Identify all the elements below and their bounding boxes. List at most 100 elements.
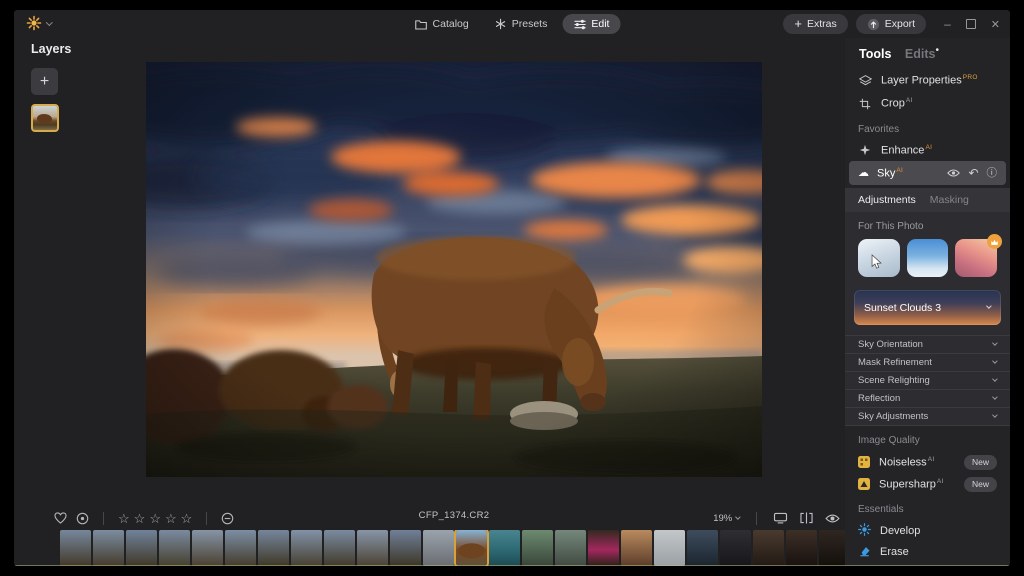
filmstrip-thumb[interactable] (687, 530, 718, 566)
filmstrip-thumb[interactable] (654, 530, 685, 566)
app-window: Catalog Presets (14, 10, 1010, 566)
color-label-icon[interactable] (221, 512, 234, 525)
export-icon (867, 18, 880, 31)
filmstrip-thumb[interactable] (93, 530, 124, 566)
flag-circle-icon[interactable] (76, 512, 89, 525)
tab-edit[interactable]: Edit (562, 14, 620, 34)
filmstrip-thumb[interactable] (126, 530, 157, 566)
filmstrip-thumb[interactable] (489, 530, 520, 566)
zoom-level-dropdown[interactable]: 19% (713, 513, 740, 524)
edits-tab[interactable]: Edits (905, 47, 936, 61)
filmstrip-thumb[interactable] (753, 530, 784, 566)
star-rating-icon[interactable]: ☆ (134, 512, 146, 525)
tool-erase[interactable]: Erase (845, 541, 1010, 562)
maximize-button[interactable] (966, 19, 976, 29)
sky-thumb-blue-clouds[interactable] (907, 239, 949, 277)
for-this-photo-label: For This Photo (845, 212, 1010, 239)
before-after-split-icon[interactable] (799, 512, 814, 524)
section-label: Scene Relighting (858, 375, 930, 386)
filmstrip-thumb[interactable] (720, 530, 751, 566)
section-scene-relighting[interactable]: Scene Relighting (845, 371, 1010, 389)
chevron-down-icon (992, 376, 997, 381)
filmstrip-thumb[interactable] (225, 530, 256, 566)
favorites-section-title: Favorites (845, 115, 1010, 140)
image-quality-title: Image Quality (845, 426, 1010, 451)
crop-icon (858, 98, 872, 110)
tools-sidebar: Tools Edits• Layer PropertiesPRO CropAI … (845, 38, 1010, 566)
filmstrip-thumb[interactable] (588, 530, 619, 566)
filmstrip-thumb[interactable] (159, 530, 190, 566)
filmstrip-thumb[interactable] (423, 530, 454, 566)
tool-label: Erase (880, 546, 909, 558)
star-rating-icon[interactable]: ☆ (149, 512, 161, 525)
luminar-logo-icon (26, 15, 42, 31)
section-sky-adjustments[interactable]: Sky Adjustments (845, 407, 1010, 426)
photo-canvas[interactable] (146, 62, 762, 477)
info-icon[interactable]: ⓘ (987, 168, 998, 179)
export-button[interactable]: Export (856, 14, 926, 34)
tab-catalog[interactable]: Catalog (404, 14, 480, 34)
tool-structure[interactable]: StructureAI (845, 562, 1010, 566)
layers-stack-icon (858, 74, 872, 87)
tool-layer-properties[interactable]: Layer PropertiesPRO (845, 69, 1010, 92)
filmstrip-thumb[interactable] (555, 530, 586, 566)
add-layer-button[interactable]: + (31, 68, 58, 95)
layer-thumbnail[interactable] (31, 104, 59, 132)
section-label: Sky Orientation (858, 339, 923, 350)
highland-cow-sunset-photo (146, 62, 762, 477)
new-badge: New (964, 477, 997, 492)
tool-supersharp[interactable]: SupersharpAI New (845, 473, 1010, 495)
filmstrip-thumb[interactable] (522, 530, 553, 566)
extras-label: Extras (807, 18, 837, 30)
quick-preview-eye-icon[interactable] (825, 513, 840, 524)
filmstrip-thumb[interactable] (291, 530, 322, 566)
tools-tab[interactable]: Tools (859, 47, 891, 61)
star-rating-icon[interactable]: ☆ (181, 512, 193, 525)
minimize-button[interactable]: – (944, 17, 951, 31)
section-mask-refinement[interactable]: Mask Refinement (845, 353, 1010, 371)
sky-thumb-sunset-flare[interactable] (955, 239, 997, 277)
top-bar: Catalog Presets (14, 10, 1010, 38)
premium-crown-badge (987, 234, 1002, 249)
close-button[interactable]: ✕ (991, 18, 1000, 31)
top-actions: + Extras Export – ✕ (783, 14, 1000, 34)
sky-preset-dropdown[interactable]: Sunset Clouds 3 (854, 290, 1001, 325)
sky-thumb-hazy[interactable] (858, 239, 900, 277)
view-controls: 19% (713, 512, 840, 525)
filmstrip-thumb[interactable] (60, 530, 91, 566)
mouse-cursor (871, 254, 882, 270)
filmstrip-thumb[interactable] (324, 530, 355, 566)
tab-presets[interactable]: Presets (484, 14, 559, 34)
new-badge: New (964, 455, 997, 470)
eraser-icon (858, 544, 871, 560)
visibility-eye-icon[interactable] (947, 168, 960, 178)
filmstrip-thumb[interactable] (357, 530, 388, 566)
extras-button[interactable]: + Extras (783, 14, 847, 34)
tool-develop[interactable]: Develop (845, 520, 1010, 541)
filmstrip-thumb[interactable] (819, 530, 847, 566)
reset-undo-icon[interactable]: ↶ (968, 167, 978, 179)
star-rating-icon[interactable]: ☆ (118, 512, 130, 525)
filmstrip-thumb[interactable] (192, 530, 223, 566)
filmstrip-thumb[interactable] (786, 530, 817, 566)
tab-masking[interactable]: Masking (930, 194, 969, 206)
star-rating-icon[interactable]: ☆ (165, 512, 177, 525)
compare-screen-icon[interactable] (773, 512, 788, 524)
app-logo-menu[interactable] (26, 15, 52, 31)
tool-crop[interactable]: CropAI (845, 92, 1010, 115)
sky-suggestions (845, 239, 1010, 277)
sidebar-header: Tools Edits• (845, 38, 1010, 69)
section-reflection[interactable]: Reflection (845, 389, 1010, 407)
tool-enhance[interactable]: EnhanceAI (845, 140, 1010, 160)
favorite-heart-icon[interactable] (54, 512, 67, 524)
filmstrip-thumb[interactable] (621, 530, 652, 566)
tab-adjustments[interactable]: Adjustments (858, 194, 916, 206)
tool-sky-selected[interactable]: ☁ SkyAI ↶ ⓘ (849, 161, 1006, 185)
filmstrip-thumb[interactable] (390, 530, 421, 566)
filmstrip-thumb-selected[interactable] (456, 530, 487, 566)
star-rating: ☆☆☆☆☆ (118, 512, 192, 525)
divider (756, 512, 757, 525)
section-sky-orientation[interactable]: Sky Orientation (845, 335, 1010, 353)
tool-noiseless[interactable]: NoiselessAI New (845, 451, 1010, 473)
filmstrip-thumb[interactable] (258, 530, 289, 566)
